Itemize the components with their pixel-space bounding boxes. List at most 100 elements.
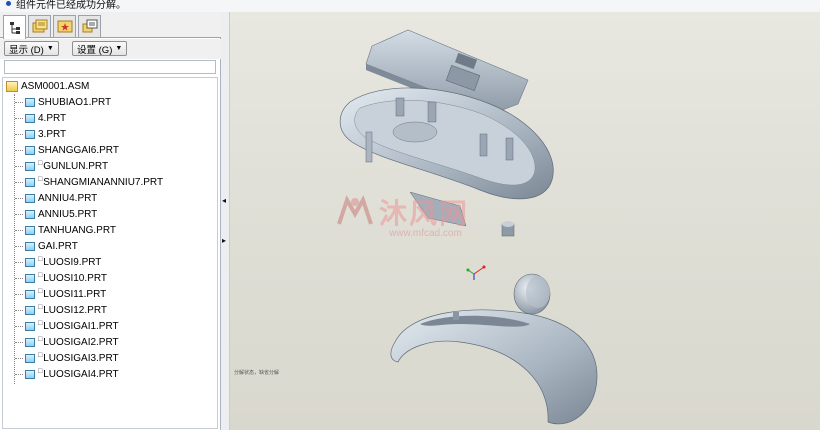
part-icon	[25, 273, 35, 283]
part-icon	[25, 369, 35, 379]
tree-connector	[15, 293, 23, 295]
folder-browser-tab[interactable]	[28, 15, 51, 37]
part-icon	[25, 353, 35, 363]
tree-connector	[15, 325, 23, 327]
layers-icon	[82, 19, 97, 33]
tree-connector	[15, 117, 23, 119]
tree-part-row[interactable]: GAI.PRT	[15, 238, 78, 254]
tree-part-label: SHANGMIANANNIU7.PRT	[43, 176, 164, 188]
graphics-viewport[interactable]: 沐风网 www.mfcad.com 分解状态，缺省分解	[230, 12, 820, 430]
tree-connector	[15, 149, 23, 151]
tree-part-label: LUOSIGAI4.PRT	[43, 368, 119, 380]
tree-part-label: LUOSI11.PRT	[43, 288, 107, 300]
message-bar: 组件元件已经成功分解。	[0, 0, 820, 12]
tree-part-row[interactable]: SHUBIAO1.PRT	[15, 94, 111, 110]
tree-part-row[interactable]: 3.PRT	[15, 126, 66, 142]
tree-part-label: LUOSIGAI1.PRT	[43, 320, 119, 332]
tree-part-row[interactable]: 4.PRT	[15, 110, 66, 126]
tree-connector	[15, 245, 23, 247]
tree-part-row[interactable]: □ LUOSIGAI1.PRT	[15, 318, 119, 334]
model-tree-icon	[9, 21, 20, 34]
tree-root-label: ASM0001.ASM	[21, 80, 90, 92]
tree-part-label: SHANGGAI6.PRT	[38, 144, 119, 156]
exploded-marker-icon: □	[38, 303, 43, 311]
exploded-marker-icon: □	[38, 159, 43, 167]
tree-part-row[interactable]: □ LUOSIGAI4.PRT	[15, 366, 119, 382]
scroll-wheel	[513, 273, 551, 315]
tree-root-row[interactable]: ASM0001.ASM	[6, 78, 89, 94]
front-cover	[390, 309, 598, 425]
tree-part-row[interactable]: □ LUOSIGAI2.PRT	[15, 334, 119, 350]
watermark-text: 沐风网	[379, 198, 470, 229]
exploded-marker-icon: □	[38, 335, 43, 343]
tree-part-row[interactable]: TANHUANG.PRT	[15, 222, 116, 238]
tree-part-row[interactable]: □ LUOSI9.PRT	[15, 254, 101, 270]
tree-part-row[interactable]: □ LUOSI10.PRT	[15, 270, 107, 286]
part-icon	[25, 337, 35, 347]
exploded-marker-icon: □	[38, 319, 43, 327]
tree-part-row[interactable]: ANNIU5.PRT	[15, 206, 97, 222]
exploded-marker-icon: □	[38, 271, 43, 279]
part-icon	[25, 225, 35, 235]
expand-right-icon[interactable]: ▸	[222, 236, 226, 245]
part-icon	[25, 193, 35, 203]
settings-dropdown-button[interactable]: 设置 (G) ▼	[72, 41, 128, 56]
navigator-tab-strip	[0, 12, 221, 39]
tree-part-row[interactable]: □ LUOSIGAI3.PRT	[15, 350, 119, 366]
tree-part-label: 4.PRT	[38, 112, 67, 124]
part-icon	[25, 161, 35, 171]
tree-part-row[interactable]: ANNIU4.PRT	[15, 190, 97, 206]
coordinate-triad-icon	[466, 265, 486, 280]
exploded-marker-icon: □	[38, 351, 43, 359]
panel-splitter[interactable]: ◂ ▸	[221, 12, 230, 430]
message-text: 组件元件已经成功分解。	[16, 0, 126, 11]
tree-connector	[15, 197, 23, 199]
navigator-toolbar: 显示 (D) ▼ 设置 (G) ▼	[0, 39, 221, 59]
tree-part-label: SHUBIAO1.PRT	[38, 96, 112, 108]
settings-button-label: 设置 (G)	[77, 44, 113, 56]
part-icon	[25, 289, 35, 299]
part-icon	[25, 97, 35, 107]
part-icon	[25, 305, 35, 315]
tree-connector	[15, 341, 23, 343]
part-icon	[25, 241, 35, 251]
tree-connector	[15, 181, 23, 183]
collapse-left-icon[interactable]: ◂	[222, 196, 226, 205]
tree-connector	[15, 373, 23, 375]
folder-browser-icon	[32, 19, 47, 33]
part-icon	[25, 321, 35, 331]
assembly-icon	[6, 80, 18, 92]
favorites-tab[interactable]	[53, 15, 76, 37]
chevron-down-icon: ▼	[115, 45, 123, 52]
model-tree-tab[interactable]	[3, 15, 26, 39]
tree-filter-field[interactable]	[4, 60, 216, 74]
watermark: 沐风网 www.mfcad.com	[335, 192, 515, 252]
tree-part-row[interactable]: □ SHANGMIANANNIU7.PRT	[15, 174, 163, 190]
tree-part-row[interactable]: □ LUOSI11.PRT	[15, 286, 106, 302]
tree-part-label: TANHUANG.PRT	[38, 224, 116, 236]
tree-part-label: LUOSI12.PRT	[43, 304, 107, 316]
chevron-down-icon: ▼	[46, 45, 54, 52]
tree-part-row[interactable]: □ LUOSI12.PRT	[15, 302, 107, 318]
exploded-marker-icon: □	[38, 287, 43, 295]
info-bullet-icon	[6, 1, 11, 6]
tree-part-row[interactable]: □ GUNLUN.PRT	[15, 158, 108, 174]
part-icon	[25, 257, 35, 267]
tree-part-label: LUOSI9.PRT	[43, 256, 102, 268]
watermark-url: www.mfcad.com	[389, 228, 462, 239]
tree-part-label: GAI.PRT	[38, 240, 78, 252]
tree-connector	[15, 229, 23, 231]
tree-part-label: LUOSIGAI3.PRT	[43, 352, 119, 364]
exploded-marker-icon: □	[38, 367, 43, 375]
show-dropdown-button[interactable]: 显示 (D) ▼	[4, 41, 59, 56]
tree-connector	[15, 261, 23, 263]
tree-part-label: 3.PRT	[38, 128, 67, 140]
show-button-label: 显示 (D)	[9, 44, 44, 56]
tree-connector	[15, 277, 23, 279]
layers-tab[interactable]	[78, 15, 101, 37]
tree-connector	[15, 213, 23, 215]
tree-connector	[15, 101, 23, 103]
model-tree: ASM0001.ASM SHUBIAO1.PRT 4.PRT 3.PRT SHANGG…	[2, 77, 218, 429]
exploded-marker-icon: □	[38, 255, 43, 263]
tree-part-row[interactable]: SHANGGAI6.PRT	[15, 142, 119, 158]
